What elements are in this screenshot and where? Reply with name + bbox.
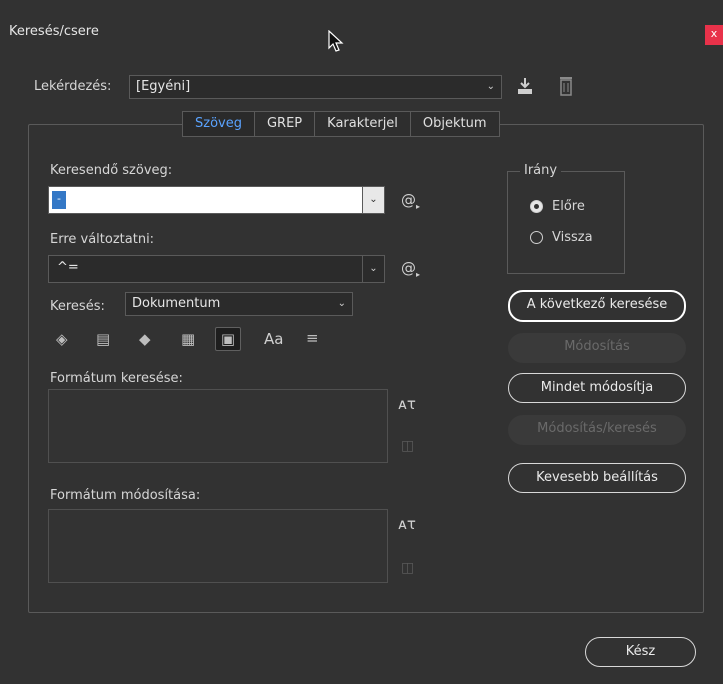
change-input[interactable]: ^= ⌄ xyxy=(48,255,385,283)
tab-text[interactable]: Szöveg xyxy=(183,112,255,136)
change-format-label: Formátum módosítása: xyxy=(50,488,201,503)
change-format-box[interactable] xyxy=(48,509,388,583)
tab-bar: Szöveg GREP Karakterjel Objektum xyxy=(182,111,500,137)
query-dropdown[interactable]: [Egyéni] ⌄ xyxy=(129,75,502,99)
footnotes-icon[interactable]: ▣ xyxy=(215,327,241,351)
whole-word-icon[interactable]: ≡ xyxy=(306,329,319,347)
clear-change-format-icon[interactable]: ◫ xyxy=(401,560,414,576)
change-all-button[interactable]: Mindet módosítja xyxy=(508,373,686,403)
direction-forward-option[interactable]: Előre xyxy=(530,199,585,214)
change-button[interactable]: Módosítás xyxy=(508,333,686,363)
query-value: [Egyéni] xyxy=(136,79,191,94)
change-value: ^= xyxy=(57,260,79,275)
direction-backward-label: Vissza xyxy=(552,230,593,245)
locked-stories-icon[interactable]: ▤ xyxy=(96,330,110,348)
radio-checked-icon[interactable] xyxy=(530,200,543,213)
special-characters-find-icon[interactable]: @▸ xyxy=(401,191,420,211)
search-label: Keresés: xyxy=(50,299,105,314)
direction-backward-option[interactable]: Vissza xyxy=(530,230,593,245)
find-input[interactable]: - ⌄ xyxy=(48,186,385,214)
direction-forward-label: Előre xyxy=(552,199,585,214)
direction-group: Irány Előre Vissza xyxy=(507,163,625,274)
tab-glyph[interactable]: Karakterjel xyxy=(315,112,411,136)
find-value: - xyxy=(52,191,66,209)
search-scope-dropdown[interactable]: Dokumentum ⌄ xyxy=(125,292,353,316)
save-query-icon[interactable] xyxy=(515,76,535,96)
chevron-down-icon: ⌄ xyxy=(337,298,346,309)
master-pages-icon[interactable]: ▦ xyxy=(181,330,195,348)
done-button[interactable]: Kész xyxy=(585,637,696,667)
delete-query-icon[interactable] xyxy=(558,75,574,97)
hidden-layers-icon[interactable]: ◆ xyxy=(139,330,151,348)
chevron-down-icon[interactable]: ⌄ xyxy=(362,256,384,282)
find-format-label: Formátum keresése: xyxy=(50,371,183,386)
find-label: Keresendő szöveg: xyxy=(50,163,173,178)
chevron-down-icon[interactable]: ⌄ xyxy=(362,187,384,213)
direction-label: Irány xyxy=(520,163,562,178)
locked-layers-icon[interactable]: ◈ xyxy=(56,330,68,348)
tab-grep[interactable]: GREP xyxy=(255,112,316,136)
window-title: Keresés/csere xyxy=(9,24,99,39)
change-label: Erre változtatni: xyxy=(50,232,155,247)
fewer-options-button[interactable]: Kevesebb beállítás xyxy=(508,463,686,493)
mouse-cursor-icon xyxy=(328,30,344,52)
specify-change-format-icon[interactable]: ᴀτ xyxy=(398,515,416,533)
case-sensitive-icon[interactable]: Aa xyxy=(264,330,283,348)
search-scope-value: Dokumentum xyxy=(132,296,221,311)
clear-find-format-icon[interactable]: ◫ xyxy=(401,438,414,454)
radio-unchecked-icon[interactable] xyxy=(530,231,543,244)
close-button[interactable]: x xyxy=(705,25,723,45)
find-format-box[interactable] xyxy=(48,389,388,463)
change-find-button[interactable]: Módosítás/keresés xyxy=(508,415,686,445)
tab-object[interactable]: Objektum xyxy=(411,112,499,136)
chevron-down-icon: ⌄ xyxy=(486,81,495,92)
title-bar: Keresés/csere x xyxy=(0,0,723,46)
special-characters-change-icon[interactable]: @▸ xyxy=(401,259,420,279)
find-next-button[interactable]: A következő keresése xyxy=(508,290,686,322)
query-label: Lekérdezés: xyxy=(34,79,112,94)
specify-find-format-icon[interactable]: ᴀτ xyxy=(398,395,416,413)
